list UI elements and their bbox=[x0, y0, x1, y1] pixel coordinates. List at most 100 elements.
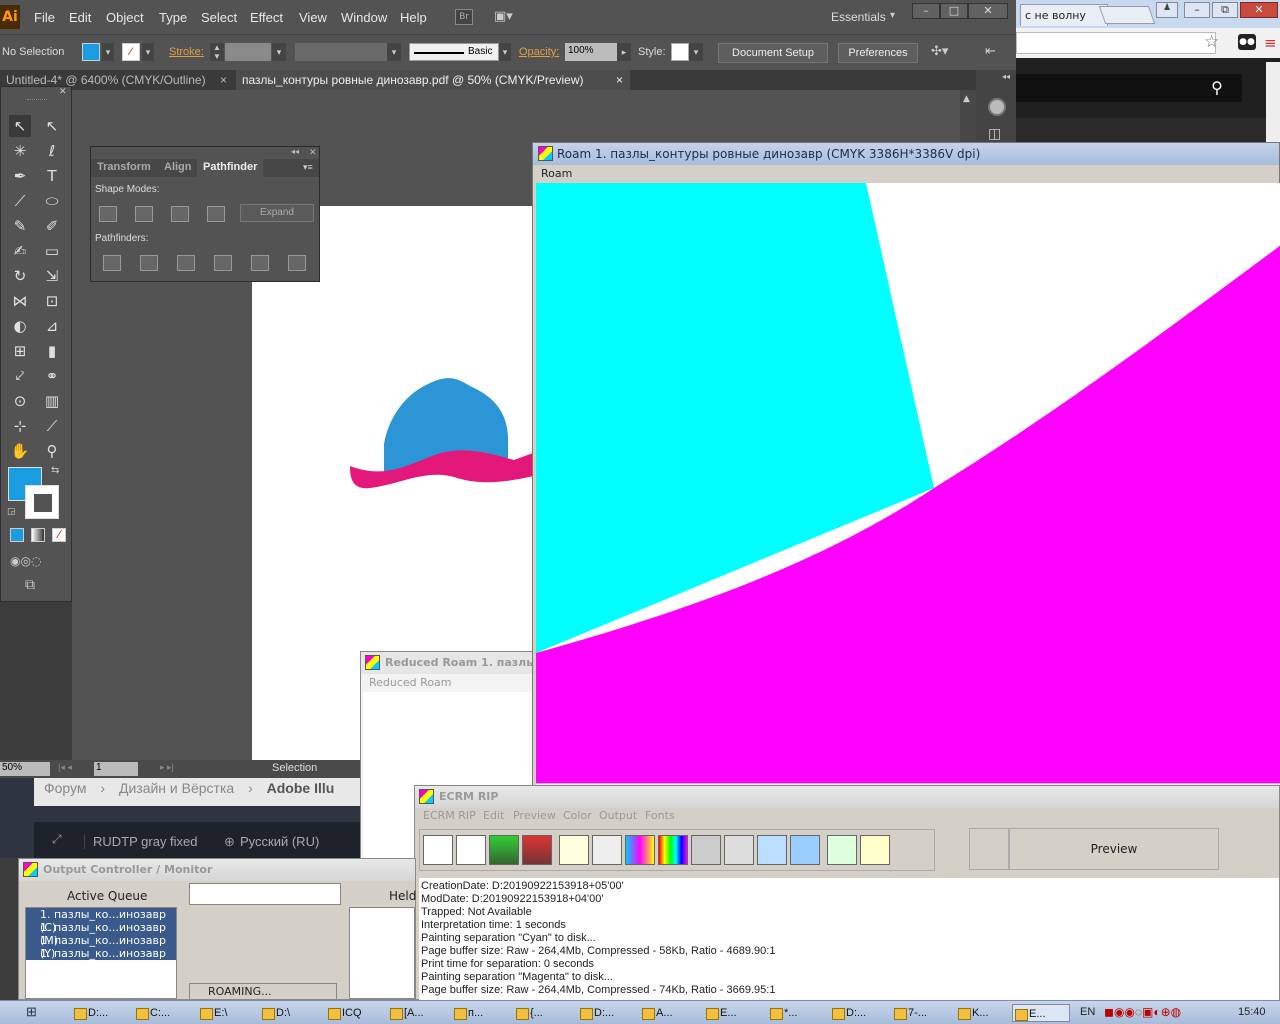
tab-dinosaur-pdf[interactable]: пазлы_контуры ровные динозавр.pdf @ 50% … bbox=[236, 70, 630, 90]
roam-preview-canvas[interactable] bbox=[536, 183, 1280, 783]
queue-item[interactable]: 1. пазлы_ко...инозавр (M) bbox=[26, 921, 176, 947]
blend-tool-icon[interactable]: ⚭ bbox=[41, 365, 63, 387]
minimize-icon[interactable]: – bbox=[912, 3, 940, 19]
layers-icon[interactable] bbox=[757, 835, 787, 865]
queue-item[interactable]: 1. пазлы_ко...инозавр (Y) bbox=[26, 934, 176, 960]
output-controller-titlebar[interactable]: Output Controller / Monitor bbox=[19, 859, 415, 881]
taskbar-item[interactable]: D:... bbox=[72, 1004, 108, 1022]
taskbar-item[interactable]: D:... bbox=[578, 1004, 614, 1022]
zoom-field[interactable]: 50% bbox=[0, 762, 50, 776]
ecrm-menu-output[interactable]: Output bbox=[599, 809, 637, 822]
ecrm-menu-fonts[interactable]: Fonts bbox=[645, 809, 675, 822]
expand-button[interactable]: Expand bbox=[240, 204, 314, 222]
taskbar-item[interactable]: *... bbox=[768, 1004, 797, 1022]
grid-icon[interactable] bbox=[790, 835, 820, 865]
new-tab-button[interactable] bbox=[1098, 6, 1156, 24]
taskbar-item[interactable]: 7-... bbox=[892, 1004, 927, 1022]
chevron-down-icon[interactable]: ▸ bbox=[617, 43, 631, 61]
taskbar-item[interactable]: E:\ bbox=[198, 1004, 227, 1022]
breadcrumb-design[interactable]: Дизайн и Вёрстка bbox=[119, 780, 234, 796]
gradient-tool-icon[interactable]: ▮ bbox=[41, 340, 63, 362]
document-setup-button[interactable]: Document Setup bbox=[718, 43, 828, 63]
start-icon[interactable]: ⊞ bbox=[26, 1004, 37, 1020]
trim-icon[interactable] bbox=[140, 255, 158, 271]
graphic-style-swatch[interactable] bbox=[671, 43, 689, 61]
browser-scrollbar[interactable] bbox=[1266, 62, 1280, 142]
taskbar-item-active[interactable]: E... bbox=[1012, 1004, 1070, 1022]
workspace-switcher[interactable]: Essentials bbox=[831, 10, 886, 24]
close-panel-icon[interactable]: ✕ bbox=[309, 147, 317, 158]
unite-icon[interactable] bbox=[99, 206, 117, 222]
brush-definition[interactable]: Basic bbox=[409, 43, 499, 61]
rotate-tool-icon[interactable]: ↻ bbox=[9, 265, 31, 287]
gradient-mode-icon[interactable] bbox=[31, 528, 45, 542]
artboard-nav-prev[interactable]: |◂ ◂ bbox=[58, 762, 72, 773]
eraser-tool-icon[interactable]: ▭ bbox=[41, 240, 63, 262]
merge-icon[interactable] bbox=[177, 255, 195, 271]
stroke-none-swatch[interactable]: ⁄ bbox=[122, 43, 140, 61]
chevron-down-icon[interactable]: ▾ bbox=[387, 43, 401, 61]
tab-align[interactable]: Align bbox=[164, 161, 192, 173]
chevron-down-icon[interactable]: ▾ bbox=[689, 43, 703, 61]
eyedropper-tool-icon[interactable]: ⤦ bbox=[9, 365, 31, 387]
theme-selector[interactable]: RUDTP gray fixed bbox=[84, 834, 214, 849]
close-icon[interactable]: ✕ bbox=[968, 3, 1008, 19]
device-icon[interactable] bbox=[860, 835, 890, 865]
hand-tool-icon[interactable]: ✋ bbox=[9, 440, 31, 462]
minus-front-icon[interactable] bbox=[135, 206, 153, 222]
swap-colors-icon[interactable]: ⇆ bbox=[51, 465, 59, 476]
profile-icon[interactable]: ♟ bbox=[1156, 2, 1178, 18]
artboard-nav-next[interactable]: ▸ ▸| bbox=[160, 762, 174, 773]
perspective-grid-tool-icon[interactable]: ⊿ bbox=[41, 315, 63, 337]
taskbar-item[interactable]: ICQ bbox=[326, 1004, 362, 1022]
go-traffic-light-icon[interactable] bbox=[489, 835, 519, 865]
minus-back-icon[interactable] bbox=[288, 255, 306, 271]
zoom-tool-icon[interactable]: ⚲ bbox=[41, 440, 63, 462]
output-arrow-icon[interactable] bbox=[827, 835, 857, 865]
tray-icons[interactable]: ◼◉◉◌▣◐⊕◍ bbox=[1104, 1005, 1181, 1019]
crop-icon[interactable] bbox=[214, 255, 232, 271]
color-bars-icon[interactable] bbox=[658, 835, 688, 865]
blob-brush-tool-icon[interactable]: ✍ bbox=[9, 240, 31, 262]
fill-swatch[interactable] bbox=[82, 43, 100, 61]
collapse-icon[interactable]: ◂◂ bbox=[1002, 72, 1010, 81]
chevron-down-icon[interactable]: ▾ bbox=[102, 43, 114, 61]
chevron-down-icon[interactable]: ▾ bbox=[272, 43, 286, 61]
taskbar-item[interactable]: п... bbox=[452, 1004, 483, 1022]
taskbar-item[interactable]: {... bbox=[514, 1004, 543, 1022]
ecrm-menu-color[interactable]: Color bbox=[563, 809, 592, 822]
extension-icon[interactable]: ●● bbox=[1238, 34, 1256, 50]
stroke-color-swatch[interactable] bbox=[25, 485, 59, 519]
panel-menu-icon[interactable]: ⇤ bbox=[985, 43, 996, 59]
line-tool-icon[interactable]: ⟋ bbox=[9, 190, 31, 212]
artboard-tool-icon[interactable]: ⊹ bbox=[9, 415, 31, 437]
scroll-up-icon[interactable]: ▲ bbox=[963, 94, 970, 104]
tab-pathfinder[interactable]: Pathfinder bbox=[197, 159, 264, 177]
ecrm-menu-edit[interactable]: Edit bbox=[483, 809, 504, 822]
roam-titlebar[interactable]: Roam 1. пазлы_контуры ровные динозавр (C… bbox=[533, 143, 1279, 165]
restore-icon[interactable]: ⧉ bbox=[1212, 2, 1238, 18]
column-graph-tool-icon[interactable]: ▥ bbox=[41, 390, 63, 412]
language-selector[interactable]: Русский (RU) bbox=[240, 834, 319, 849]
stop-traffic-light-icon[interactable] bbox=[522, 835, 552, 865]
free-transform-tool-icon[interactable]: ⊡ bbox=[41, 290, 63, 312]
draw-mode-icons[interactable]: ◉◎◌ bbox=[10, 554, 41, 568]
shape-builder-tool-icon[interactable]: ◐ bbox=[9, 315, 31, 337]
browser-tab[interactable]: с не волну bbox=[1020, 4, 1108, 26]
none-mode-icon[interactable]: ⁄ bbox=[52, 528, 66, 542]
breadcrumb-forum[interactable]: Форум bbox=[44, 780, 87, 796]
address-bar[interactable] bbox=[1016, 32, 1216, 54]
close-panel-icon[interactable]: ✕ bbox=[59, 87, 67, 97]
color-mode-icon[interactable] bbox=[10, 528, 24, 542]
chevron-down-icon[interactable]: ▾ bbox=[890, 10, 895, 21]
ecrm-menu-file[interactable]: ECRM RIP bbox=[423, 809, 476, 822]
close-icon[interactable]: ✕ bbox=[1240, 2, 1278, 18]
magic-wand-tool-icon[interactable]: ✳ bbox=[9, 140, 31, 162]
separations-icon[interactable] bbox=[625, 835, 655, 865]
taskbar-item[interactable]: A... bbox=[640, 1004, 673, 1022]
menu-edit[interactable]: Edit bbox=[69, 10, 91, 25]
taskbar-item[interactable]: D:\ bbox=[260, 1004, 290, 1022]
menu-view[interactable]: View bbox=[299, 10, 327, 25]
film-icon[interactable] bbox=[724, 835, 754, 865]
chevron-down-icon[interactable]: ▾ bbox=[499, 43, 511, 61]
